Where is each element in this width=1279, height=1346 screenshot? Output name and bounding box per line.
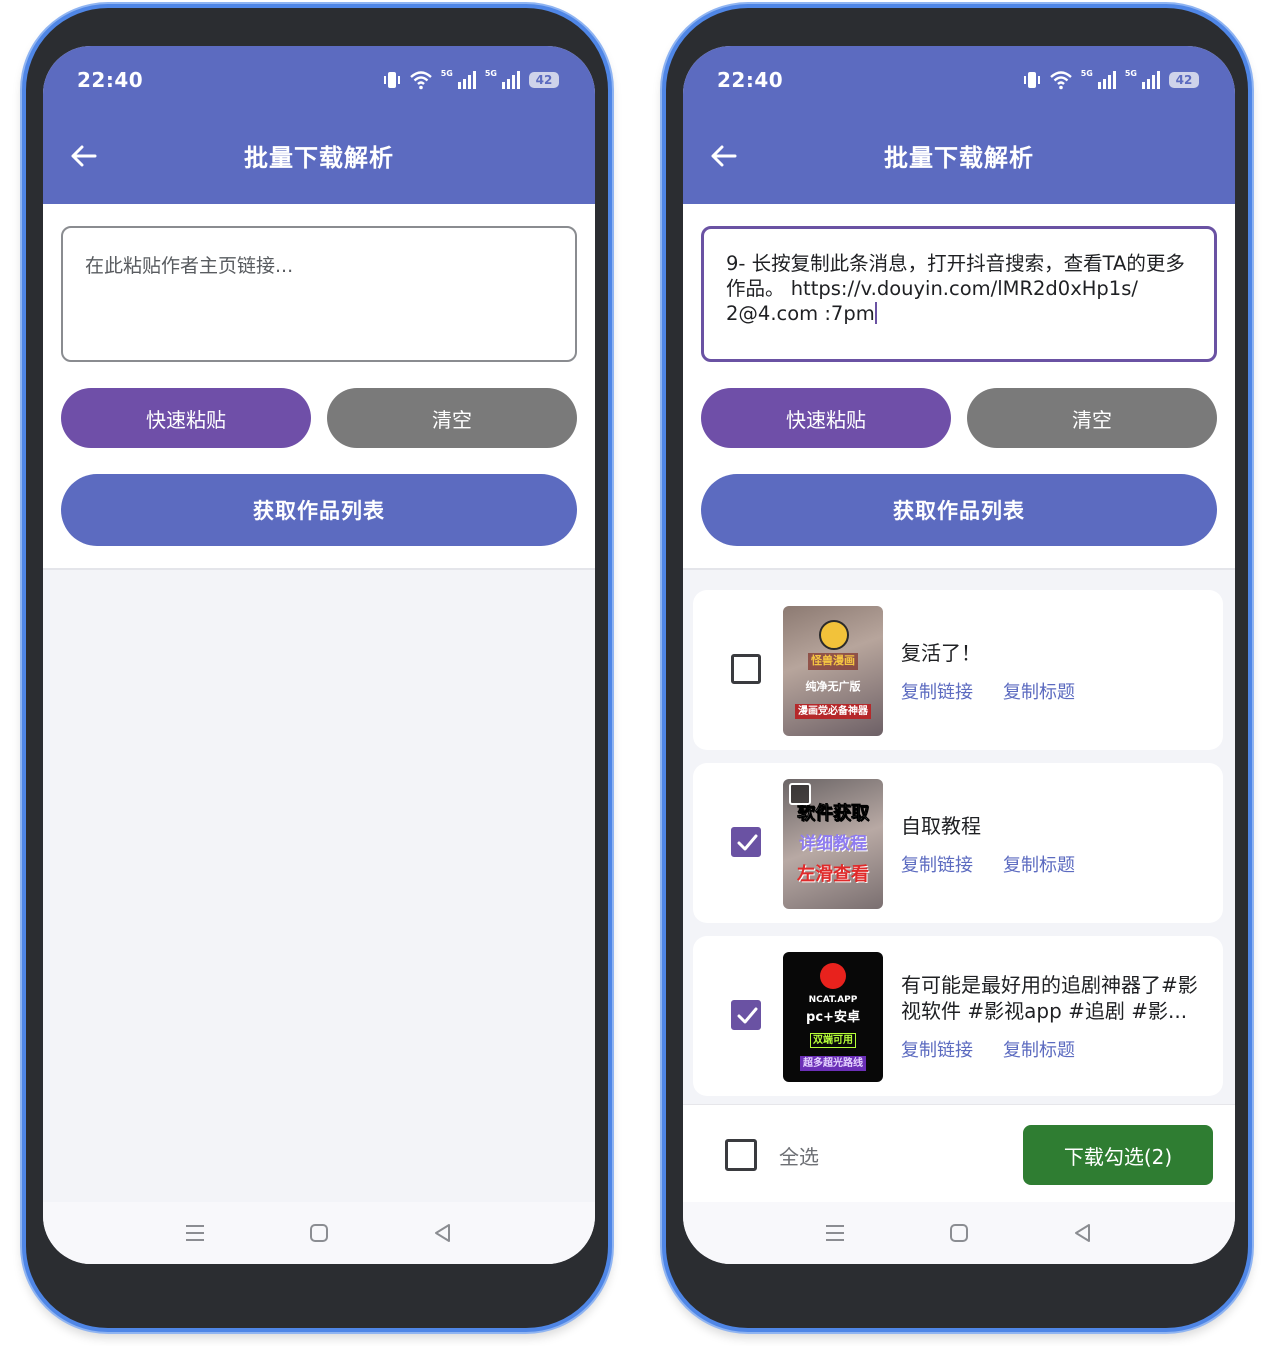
item-title: 复活了！ <box>901 641 981 665</box>
select-all-checkbox[interactable] <box>725 1139 757 1171</box>
quick-paste-button[interactable]: 快速粘贴 <box>61 388 311 448</box>
copy-title-button[interactable]: 复制标题 <box>1003 1036 1075 1062</box>
link-input[interactable]: 在此粘贴作者主页链接... <box>61 226 577 362</box>
thumb-text: pc+安卓 <box>806 1010 860 1026</box>
status-time: 22:40 <box>77 68 144 92</box>
thumb-text: 详细教程 <box>799 833 867 854</box>
fetch-works-button[interactable]: 获取作品列表 <box>701 474 1217 546</box>
status-icons: 5G 5G 42 <box>1023 68 1199 92</box>
home-icon[interactable] <box>308 1222 330 1244</box>
action-row: 快速粘贴 清空 <box>61 388 577 448</box>
item-links: 复制链接 复制标题 <box>901 1036 1075 1062</box>
thumb-text: 双端可用 <box>810 1033 856 1049</box>
item-checkbox[interactable] <box>731 654 761 684</box>
signal-icon <box>457 71 477 89</box>
item-links: 复制链接 复制标题 <box>901 851 1075 877</box>
checkmark-icon <box>737 1007 758 1024</box>
copy-title-button[interactable]: 复制标题 <box>1003 678 1075 704</box>
copy-link-button[interactable]: 复制链接 <box>901 678 973 704</box>
selection-bar: 全选 下载勾选(2) <box>683 1104 1235 1203</box>
fetch-works-button[interactable]: 获取作品列表 <box>61 474 577 546</box>
input-panel: 在此粘贴作者主页链接... 快速粘贴 清空 获取作品列表 <box>43 204 595 570</box>
app-bar: 22:40 5G 5G 42 批量下载解析 <box>43 46 595 204</box>
download-selected-button[interactable]: 下载勾选(2) <box>1023 1125 1213 1185</box>
item-checkbox[interactable] <box>731 827 761 857</box>
battery-icon: 42 <box>529 72 559 88</box>
ncat-logo <box>820 962 846 989</box>
quick-paste-button[interactable]: 快速粘贴 <box>701 388 951 448</box>
back-triangle-icon[interactable] <box>432 1222 454 1244</box>
thumb-text: 纯净无广版 <box>805 679 861 693</box>
signal-label-2: 5G <box>1124 68 1137 78</box>
wifi-icon <box>409 70 433 90</box>
action-row: 快速粘贴 清空 <box>701 388 1217 448</box>
input-panel: 9- 长按复制此条消息，打开抖音搜索，查看TA的更多作品。 https://v.… <box>683 204 1235 570</box>
item-links: 复制链接 复制标题 <box>901 678 1075 704</box>
item-checkbox[interactable] <box>731 1000 761 1030</box>
screen: 22:40 5G 5G 42 批量 <box>43 46 595 1264</box>
vibrate-icon <box>383 70 401 90</box>
item-thumbnail[interactable]: NCAT.APP pc+安卓 双端可用 超多超光路线 <box>783 952 883 1082</box>
status-time: 22:40 <box>717 68 784 92</box>
wifi-icon <box>1049 70 1073 90</box>
copy-link-button[interactable]: 复制链接 <box>901 1036 973 1062</box>
back-triangle-icon[interactable] <box>1072 1222 1094 1244</box>
thumb-text: NCAT.APP <box>808 994 858 1005</box>
clear-button[interactable]: 清空 <box>327 388 577 448</box>
signal-icon <box>1141 71 1161 89</box>
system-nav-bar <box>683 1202 1235 1264</box>
item-thumbnail[interactable]: 软件获取 详细教程 左滑查看 <box>783 779 883 909</box>
page-title: 批量下载解析 <box>884 144 1034 172</box>
item-title: 自取教程 <box>901 814 981 838</box>
link-input-value: 9- 长按复制此条消息，打开抖音搜索，查看TA的更多作品。 https://v.… <box>726 252 1185 325</box>
checkmark-icon <box>737 834 758 851</box>
page-title: 批量下载解析 <box>244 144 394 172</box>
signal-label: 5G <box>1080 68 1093 78</box>
copy-title-button[interactable]: 复制标题 <box>1003 851 1075 877</box>
screen: 22:40 5G 5G 42 批量 <box>683 46 1235 1264</box>
image-gallery-icon <box>789 783 811 805</box>
menu-icon[interactable] <box>184 1223 206 1243</box>
thumb-text: 怪兽漫画 <box>808 653 858 670</box>
monster-logo <box>819 620 849 650</box>
thumb-text: 漫画党必备神器 <box>795 703 871 719</box>
battery-icon: 42 <box>1169 72 1199 88</box>
item-thumbnail[interactable]: 怪兽漫画 纯净无广版 漫画党必备神器 <box>783 606 883 736</box>
select-all-label[interactable]: 全选 <box>779 1141 819 1170</box>
signal-label: 5G <box>440 68 453 78</box>
link-input[interactable]: 9- 长按复制此条消息，打开抖音搜索，查看TA的更多作品。 https://v.… <box>701 226 1217 362</box>
list-item: 怪兽漫画 纯净无广版 漫画党必备神器 复活了！ 复制链接 复制标题 <box>693 590 1223 750</box>
list-item: 软件获取 详细教程 左滑查看 自取教程 复制链接 复制标题 <box>693 763 1223 923</box>
signal-icon <box>1097 71 1117 89</box>
thumb-text: 超多超光路线 <box>800 1056 866 1072</box>
thumb-text: 左滑查看 <box>797 864 869 886</box>
status-icons: 5G 5G 42 <box>383 68 559 92</box>
item-title: 有可能是最好用的追剧神器了#影视软件 #影视app #追剧 #影... <box>901 973 1198 1023</box>
list-item: NCAT.APP pc+安卓 双端可用 超多超光路线 有可能是最好用的追剧神器了… <box>693 936 1223 1096</box>
signal-icon <box>501 71 521 89</box>
home-icon[interactable] <box>948 1222 970 1244</box>
clear-button[interactable]: 清空 <box>967 388 1217 448</box>
text-caret <box>874 302 877 324</box>
phone-frame-results: 22:40 5G 5G 42 批量下载解析 9- 长按复制此条消息，打开抖音搜索… <box>662 4 1252 1332</box>
thumb-text: 软件获取 <box>797 802 870 824</box>
app-bar: 22:40 5G 5G 42 批量下载解析 <box>683 46 1235 204</box>
copy-link-button[interactable]: 复制链接 <box>901 851 973 877</box>
signal-label-2: 5G <box>484 68 497 78</box>
menu-icon[interactable] <box>824 1223 846 1243</box>
phone-frame-empty: 22:40 5G 5G 42 批量下载解析 在此粘贴作者主页链接... 快速粘贴… <box>22 4 612 1332</box>
vibrate-icon <box>1023 70 1041 90</box>
system-nav-bar <box>43 1202 595 1264</box>
